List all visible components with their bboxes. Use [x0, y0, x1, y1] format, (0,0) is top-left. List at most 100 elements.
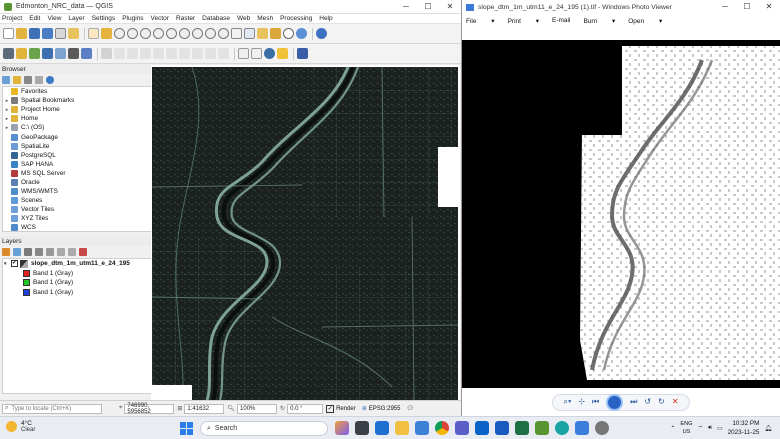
clock[interactable]: 10:32 PM 2023-11-25 [728, 419, 760, 437]
delete-selected-icon[interactable] [153, 48, 164, 59]
menu-view[interactable]: View [47, 15, 61, 22]
messages-icon[interactable]: 💬︎ [406, 405, 414, 412]
refresh-icon[interactable] [296, 28, 307, 39]
maximize-button[interactable]: ☐ [736, 0, 758, 14]
menu-settings[interactable]: Settings [92, 15, 116, 22]
menu-edit[interactable]: Edit [29, 15, 40, 22]
refresh-icon[interactable] [2, 76, 10, 84]
save-project-icon[interactable] [29, 28, 40, 39]
new-3d-map-icon[interactable] [244, 28, 255, 39]
maximize-button[interactable]: ☐ [417, 0, 439, 13]
viewer-image-area[interactable] [462, 40, 780, 388]
layout-manager-icon[interactable] [68, 28, 79, 39]
slideshow-button[interactable] [606, 393, 624, 411]
minimize-button[interactable]: ─ [395, 0, 417, 13]
new-map-view-icon[interactable] [231, 28, 242, 39]
menu-email[interactable]: E-mail [552, 17, 570, 24]
minimize-button[interactable]: ─ [714, 0, 736, 14]
expand-arrow-icon[interactable]: ▸ [3, 107, 11, 113]
python-console-icon[interactable] [264, 48, 275, 59]
menu-web[interactable]: Web [237, 15, 250, 22]
pan-to-selection-icon[interactable] [101, 28, 112, 39]
menu-plugins[interactable]: Plugins [122, 15, 143, 22]
settings-icon[interactable] [595, 421, 609, 435]
zoom-selection-icon[interactable] [166, 28, 177, 39]
paste-features-icon[interactable] [192, 48, 203, 59]
label-toolbar-icon[interactable] [238, 48, 249, 59]
edge-icon[interactable] [555, 421, 569, 435]
menu-burn[interactable]: Burn ▾ [583, 17, 615, 25]
mail-icon[interactable] [375, 421, 389, 435]
digitize-icon[interactable] [114, 48, 125, 59]
filter-icon[interactable] [24, 76, 32, 84]
weather-widget[interactable]: 4°C Clear [6, 420, 35, 433]
coordinate-field[interactable]: 746990, 5956852 [124, 403, 175, 415]
identify-icon[interactable] [316, 28, 327, 39]
rotate-right-icon[interactable]: ↻ [658, 397, 665, 407]
teams-icon[interactable] [455, 421, 469, 435]
store-icon[interactable] [415, 421, 429, 435]
menu-project[interactable]: Project [2, 15, 22, 22]
undo-icon[interactable] [205, 48, 216, 59]
print-layout-icon[interactable] [55, 28, 66, 39]
layer-styling-icon[interactable] [2, 248, 10, 256]
zoom-icon[interactable]: ⌕▾ [563, 397, 571, 407]
menu-mesh[interactable]: Mesh [257, 15, 273, 22]
add-group-icon[interactable] [13, 248, 21, 256]
vertex-tool-icon[interactable] [140, 48, 151, 59]
notification-icon[interactable]: 🔔︎ [764, 425, 772, 432]
show-bookmarks-icon[interactable] [270, 28, 281, 39]
expand-arrow-icon[interactable]: ▸ [3, 125, 11, 131]
render-checkbox[interactable]: ✓ [326, 404, 335, 413]
info-icon[interactable] [46, 76, 54, 84]
photos-icon[interactable] [575, 421, 589, 435]
zoom-next-icon[interactable] [218, 28, 229, 39]
zoom-full-icon[interactable] [153, 28, 164, 39]
close-button[interactable]: ✕ [758, 0, 780, 14]
taskbar-search[interactable]: ⌕ Search [200, 421, 328, 436]
task-view-icon[interactable] [355, 421, 369, 435]
bookmark-icon[interactable] [257, 28, 268, 39]
expand-all-icon[interactable] [57, 248, 65, 256]
pan-hand-icon[interactable] [88, 28, 99, 39]
new-geopackage-layer-icon[interactable] [16, 48, 27, 59]
excel-icon[interactable] [515, 421, 529, 435]
crs-button[interactable]: EPSG:2955 [369, 406, 401, 412]
zoom-out-icon[interactable] [127, 28, 138, 39]
add-layers-icon[interactable] [13, 76, 21, 84]
label-pin-icon[interactable] [251, 48, 262, 59]
expand-arrow-icon[interactable]: ▾ [4, 261, 11, 267]
remove-layer-icon[interactable] [79, 248, 87, 256]
next-icon[interactable]: ⏭ [630, 397, 637, 407]
outlook-icon[interactable] [475, 421, 489, 435]
layer-visibility-checkbox[interactable]: ✓ [11, 260, 18, 268]
zoom-rubberband-icon[interactable] [140, 28, 151, 39]
zoom-native-icon[interactable] [192, 28, 203, 39]
collapse-all-icon[interactable] [35, 76, 43, 84]
manage-themes-icon[interactable] [24, 248, 32, 256]
previous-icon[interactable]: ⏮ [592, 397, 599, 407]
menu-raster[interactable]: Raster [176, 15, 195, 22]
map-canvas[interactable] [151, 65, 460, 400]
copilot-icon[interactable] [335, 421, 349, 435]
cut-features-icon[interactable] [166, 48, 177, 59]
collapse-all-icon[interactable] [68, 248, 76, 256]
zoom-last-icon[interactable] [205, 28, 216, 39]
language-indicator[interactable]: ENG US [680, 420, 692, 436]
delete-icon[interactable]: ✕ [672, 397, 679, 407]
plugin-manager-icon[interactable] [277, 48, 288, 59]
rotation-field[interactable]: 0.0 ° [287, 403, 324, 414]
qgis-app-icon[interactable] [535, 421, 549, 435]
layout-designer-icon[interactable] [297, 48, 308, 59]
menu-database[interactable]: Database [202, 15, 230, 22]
zoom-in-icon[interactable] [114, 28, 125, 39]
filter-legend-icon[interactable] [35, 248, 43, 256]
zoom-layer-icon[interactable] [179, 28, 190, 39]
expand-arrow-icon[interactable]: ▸ [3, 98, 11, 104]
add-raster-layer-icon[interactable] [42, 48, 53, 59]
toggle-editing-icon[interactable] [101, 48, 112, 59]
add-feature-icon[interactable] [127, 48, 138, 59]
menu-layer[interactable]: Layer [68, 15, 84, 22]
menu-file[interactable]: File ▾ [466, 17, 495, 25]
menu-open[interactable]: Open ▾ [628, 17, 662, 25]
